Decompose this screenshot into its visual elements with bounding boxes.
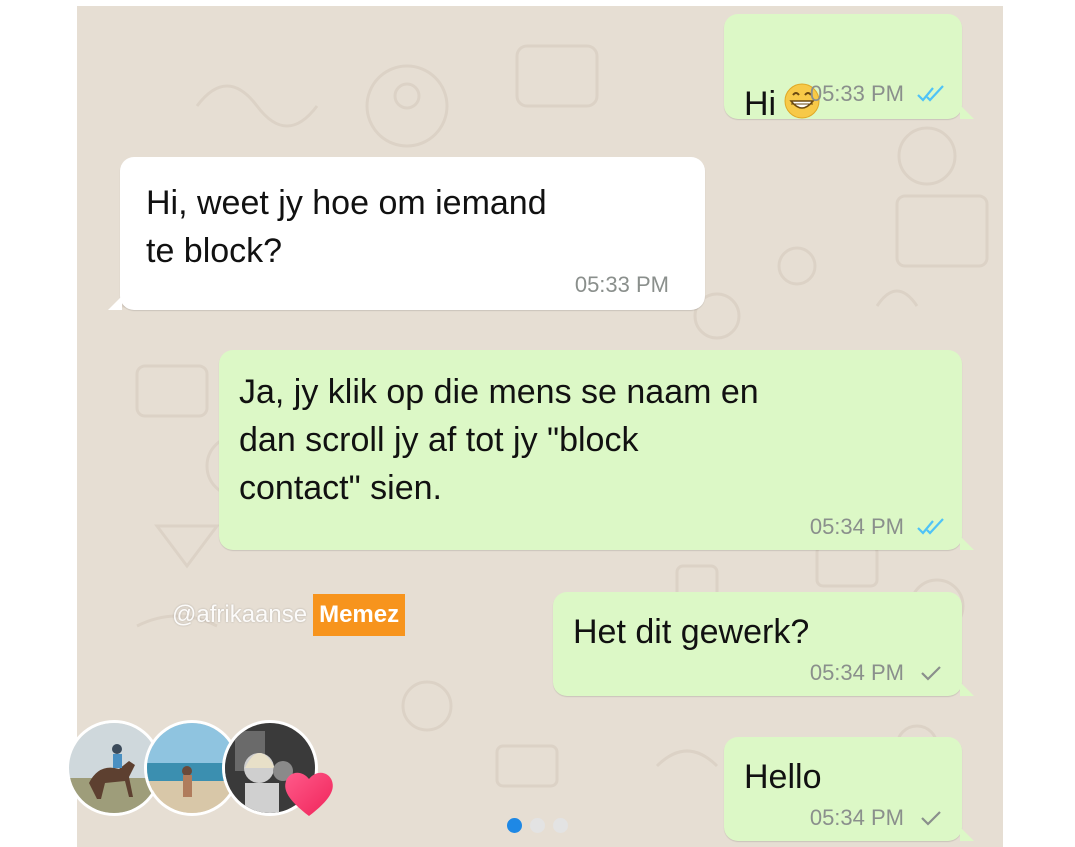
read-double-check-icon bbox=[917, 85, 944, 102]
watermark-tag: Memez bbox=[313, 593, 406, 636]
carousel-dot[interactable] bbox=[530, 818, 545, 833]
bubble-tail bbox=[960, 682, 974, 696]
message-text: Hi bbox=[744, 32, 820, 128]
message-meta: 05:33 PM bbox=[575, 272, 669, 298]
message-time: 05:34 PM bbox=[809, 660, 904, 685]
sent-check-icon bbox=[921, 666, 941, 681]
message-text: Hello bbox=[744, 758, 822, 796]
message-bubble-outgoing[interactable]: Hi 05:33 PM bbox=[724, 14, 974, 123]
carousel-dot[interactable] bbox=[553, 818, 568, 833]
bubble-tail bbox=[960, 536, 974, 550]
message-time: 05:33 PM bbox=[574, 272, 669, 297]
message-bubble-outgoing[interactable]: Het dit gewerk? 05:34 PM bbox=[553, 592, 974, 696]
sent-check-icon bbox=[921, 811, 941, 826]
message-time: 05:33 PM bbox=[809, 81, 904, 106]
heart-icon[interactable] bbox=[282, 768, 336, 818]
liked-by-avatars[interactable] bbox=[66, 720, 336, 820]
message-bubble-outgoing[interactable]: Ja, jy klik op die mens se naam en dan s… bbox=[219, 350, 974, 550]
message-time: 05:34 PM bbox=[809, 805, 904, 830]
message-bubble-outgoing[interactable]: Hello 05:34 PM bbox=[724, 737, 974, 841]
bubble-tail bbox=[108, 296, 122, 310]
read-double-check-icon bbox=[917, 518, 944, 535]
bubble-tail bbox=[960, 105, 974, 119]
carousel-indicator[interactable] bbox=[507, 818, 568, 833]
message-text-content: Hi bbox=[744, 85, 777, 123]
message-text: Hi, weet jy hoe om iemand te block? bbox=[146, 184, 547, 270]
watermark-handle: @afrikaanse bbox=[172, 600, 308, 628]
message-meta: 05:34 PM bbox=[810, 805, 946, 831]
screenshot-frame: Hi 05:33 PM Hi, weet jy hoe om iemand te… bbox=[0, 0, 1075, 847]
message-time: 05:34 PM bbox=[809, 514, 904, 539]
message-text: Ja, jy klik op die mens se naam en dan s… bbox=[239, 373, 759, 507]
message-meta: 05:33 PM bbox=[810, 81, 946, 107]
message-text: Het dit gewerk? bbox=[573, 613, 810, 651]
message-meta: 05:34 PM bbox=[810, 514, 946, 540]
bubble-tail bbox=[960, 827, 974, 841]
carousel-dot-active[interactable] bbox=[507, 818, 522, 833]
message-bubble-incoming[interactable]: Hi, weet jy hoe om iemand te block? 05:3… bbox=[108, 157, 705, 310]
watermark: @afrikaanse Memez bbox=[172, 591, 406, 638]
message-meta: 05:34 PM bbox=[810, 660, 946, 686]
